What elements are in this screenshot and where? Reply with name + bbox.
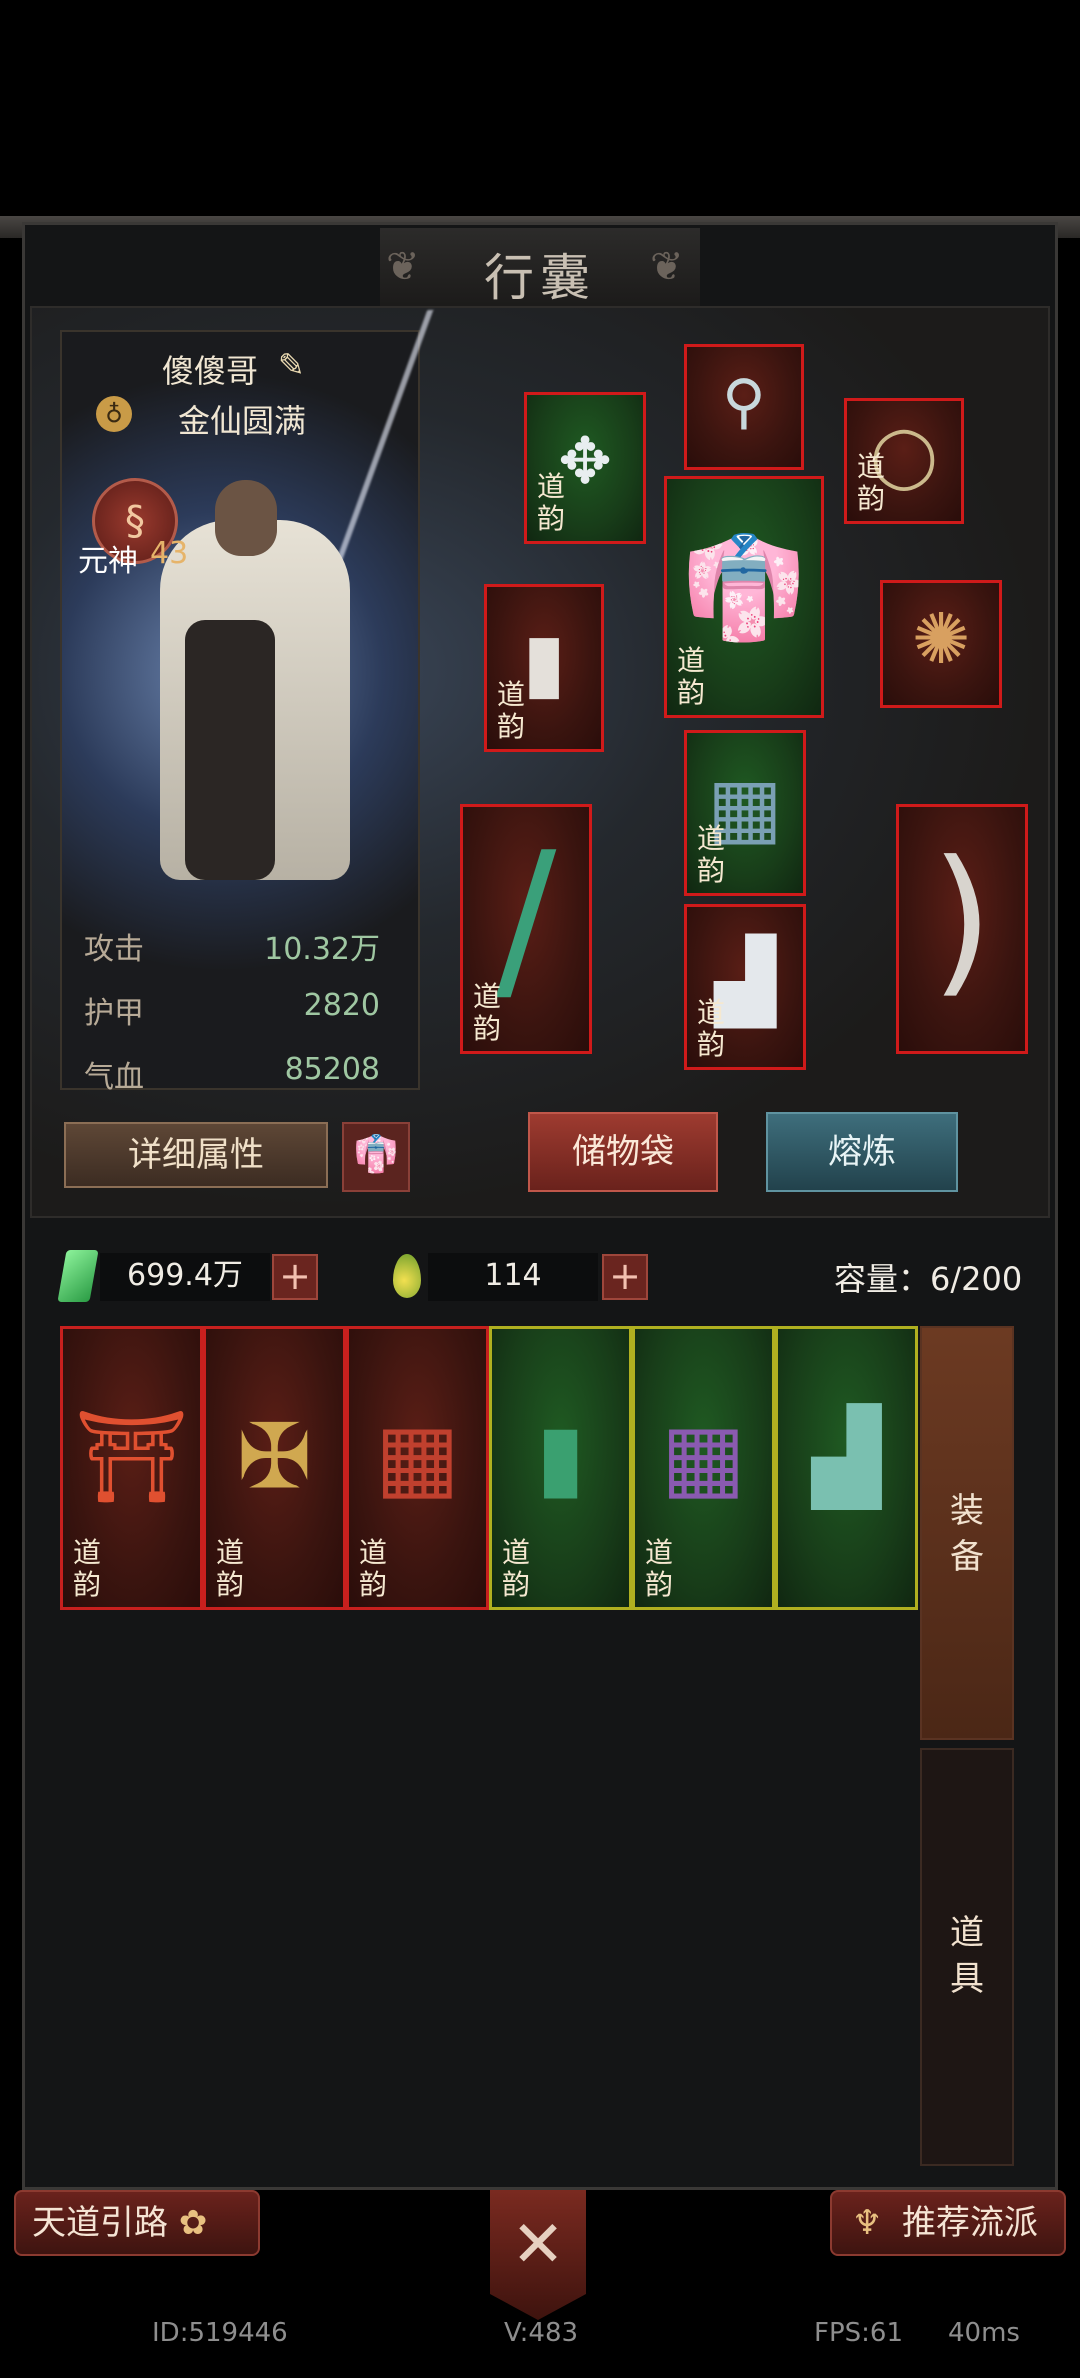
inventory-item[interactable]: ✠ 道韵 <box>203 1326 346 1610</box>
tab-items-label: 道具 <box>950 1913 984 1999</box>
daoyun-tag: 道韵 <box>645 1536 674 1601</box>
build-icon: ♆ <box>852 2203 883 2243</box>
stat-hp-label: 气血 <box>84 1060 144 1095</box>
fps-text: FPS:61 <box>814 2318 903 2348</box>
add-crystal-button[interactable]: + <box>272 1254 318 1300</box>
soul-value: 43 <box>150 536 189 571</box>
bracer-slot[interactable]: ▮ 道韵 <box>484 584 604 752</box>
tab-items[interactable]: 道具 <box>920 1748 1014 2166</box>
page-title: 行囊 <box>484 249 596 307</box>
essence-icon <box>393 1254 421 1298</box>
outfit-icon: 👘 <box>353 1134 399 1175</box>
crystal-amount: 699.4万 <box>100 1253 270 1301</box>
inventory-item[interactable]: ▮ 道韵 <box>489 1326 632 1610</box>
pants-icon: ▦ <box>374 1404 461 1510</box>
version-text: V:483 <box>504 2318 579 2348</box>
daoyun-tag: 道韵 <box>697 996 726 1061</box>
inventory-item[interactable]: ⛩ 道韵 <box>60 1326 203 1610</box>
character-name: 傻傻哥 <box>162 352 259 390</box>
add-essence-button[interactable]: + <box>602 1254 648 1300</box>
recommended-build-button[interactable]: ♆ 推荐流派 <box>830 2190 1066 2256</box>
bow-slot[interactable]: ) <box>896 804 1028 1054</box>
daoyun-tag: 道韵 <box>359 1536 388 1601</box>
stat-armor-label: 护甲 <box>84 996 144 1031</box>
pendant-slot[interactable]: ✥ 道韵 <box>524 392 646 544</box>
realm-icon: ♁ <box>96 396 132 432</box>
inventory-item[interactable]: ▦ 道韵 <box>632 1326 775 1610</box>
daoyun-tag: 道韵 <box>497 678 526 743</box>
bow-icon: ) <box>930 825 994 1013</box>
character-head <box>215 480 277 556</box>
daoyun-tag: 道韵 <box>857 450 886 515</box>
lantern-icon: ✠ <box>236 1404 313 1510</box>
capacity-text: 容量：6/200 <box>834 1260 1023 1298</box>
daoyun-tag: 道韵 <box>677 644 706 709</box>
recommended-build-label: 推荐流派 <box>902 2203 1038 2243</box>
close-icon: ✕ <box>511 2208 565 2282</box>
hat-icon: ⛩ <box>74 1404 189 1510</box>
sword-slot[interactable]: / 道韵 <box>460 804 592 1054</box>
heavenly-guide-button[interactable]: 天道引路 ✿ <box>14 2190 260 2256</box>
bracer-icon: ▮ <box>535 1404 586 1510</box>
close-button[interactable]: ✕ <box>490 2190 586 2320</box>
player-id: ID:519446 <box>152 2318 288 2348</box>
tab-equipment-label: 装备 <box>950 1491 984 1577</box>
ring-icon: ✺ <box>911 598 971 681</box>
lotus-icon: ✿ <box>178 2203 208 2243</box>
inventory-item[interactable]: ▟ <box>775 1326 918 1610</box>
soul-label: 元神 <box>78 544 138 579</box>
daoyun-tag: 道韵 <box>216 1536 245 1601</box>
daoyun-tag: 道韵 <box>502 1536 531 1601</box>
character-realm: 金仙圆满 <box>178 402 307 440</box>
stat-armor-value: 2820 <box>303 988 380 1023</box>
character-robe <box>185 620 275 880</box>
heavenly-guide-label: 天道引路 <box>32 2203 168 2243</box>
smelt-button[interactable]: 熔炼 <box>766 1112 958 1192</box>
ring-slot[interactable]: ✺ <box>880 580 1002 708</box>
storage-bag-button[interactable]: 储物袋 <box>528 1112 718 1192</box>
inventory-item[interactable]: ▦ 道韵 <box>346 1326 489 1610</box>
hairpin-slot[interactable]: ⚲ <box>684 344 804 470</box>
tab-equipment[interactable]: 装备 <box>920 1326 1014 1740</box>
daoyun-tag: 道韵 <box>73 1536 102 1601</box>
detail-attributes-button[interactable]: 详细属性 <box>64 1122 328 1188</box>
stat-attack-value: 10.32万 <box>264 932 380 967</box>
inventory-grid: ⛩ 道韵 ✠ 道韵 ▦ 道韵 ▮ 道韵 ▦ 道韵 ▟ <box>60 1326 920 2166</box>
daoyun-tag: 道韵 <box>537 470 566 535</box>
necklace-slot[interactable]: ◯ 道韵 <box>844 398 964 524</box>
essence-amount: 114 <box>428 1253 598 1301</box>
robe-icon: 👘 <box>681 528 807 646</box>
pants-slot[interactable]: ▦ 道韵 <box>684 730 806 896</box>
daoyun-tag: 道韵 <box>473 980 502 1045</box>
latency-text: 40ms <box>948 2318 1020 2348</box>
boots-icon: ▟ <box>811 1404 882 1510</box>
pants-icon: ▦ <box>660 1404 747 1510</box>
edit-name-icon[interactable]: ✎ <box>278 346 305 384</box>
robe-slot[interactable]: 👘 道韵 <box>664 476 824 718</box>
boots-slot[interactable]: ▟ 道韵 <box>684 904 806 1070</box>
stat-hp-value: 85208 <box>284 1052 380 1087</box>
outfit-button[interactable]: 👘 <box>342 1122 410 1192</box>
stat-attack-label: 攻击 <box>84 932 144 967</box>
hairpin-icon: ⚲ <box>722 367 766 438</box>
daoyun-tag: 道韵 <box>697 822 726 887</box>
